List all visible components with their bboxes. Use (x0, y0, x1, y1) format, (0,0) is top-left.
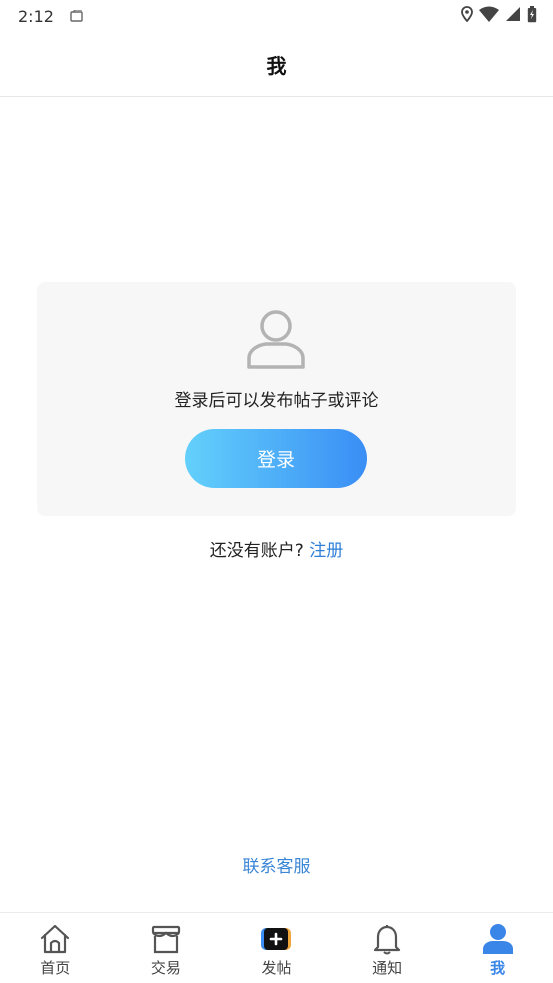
nav-item-notifications[interactable]: 通知 (332, 913, 443, 983)
nav-label-me: 我 (490, 959, 506, 977)
battery-icon (527, 5, 537, 27)
nav-item-me[interactable]: 我 (442, 913, 553, 983)
avatar-placeholder-icon (246, 308, 306, 370)
bell-icon (371, 923, 403, 955)
nav-item-home[interactable]: 首页 (0, 913, 111, 983)
login-card: 登录后可以发布帖子或评论 登录 (37, 282, 516, 516)
add-post-icon (260, 923, 292, 955)
status-bar: 2:12 (0, 0, 553, 32)
nav-label-post: 发帖 (261, 959, 292, 977)
wifi-icon (479, 6, 499, 26)
page-title: 我 (266, 53, 287, 78)
nav-label-home: 首页 (40, 959, 71, 977)
nav-item-post[interactable]: 发帖 (221, 913, 332, 983)
nav-label-notifications: 通知 (372, 959, 403, 977)
signal-icon (505, 6, 521, 26)
register-row: 还没有账户? 注册 (0, 536, 553, 561)
contact-support-link[interactable]: 联系客服 (0, 852, 553, 877)
title-bar: 我 (0, 32, 553, 97)
location-icon (461, 6, 473, 26)
store-icon (150, 923, 182, 955)
user-icon (482, 923, 514, 955)
home-icon (39, 923, 71, 955)
register-prompt: 还没有账户? (209, 541, 304, 561)
nav-item-trade[interactable]: 交易 (111, 913, 222, 983)
nav-label-trade: 交易 (150, 959, 181, 977)
login-prompt-text: 登录后可以发布帖子或评论 (174, 391, 379, 411)
login-button[interactable]: 登录 (185, 429, 367, 488)
notification-icon (70, 7, 84, 26)
status-time: 2:12 (18, 6, 54, 26)
bottom-nav: 首页 交易 发帖 通知 我 (0, 912, 553, 983)
register-link[interactable]: 注册 (309, 541, 343, 561)
